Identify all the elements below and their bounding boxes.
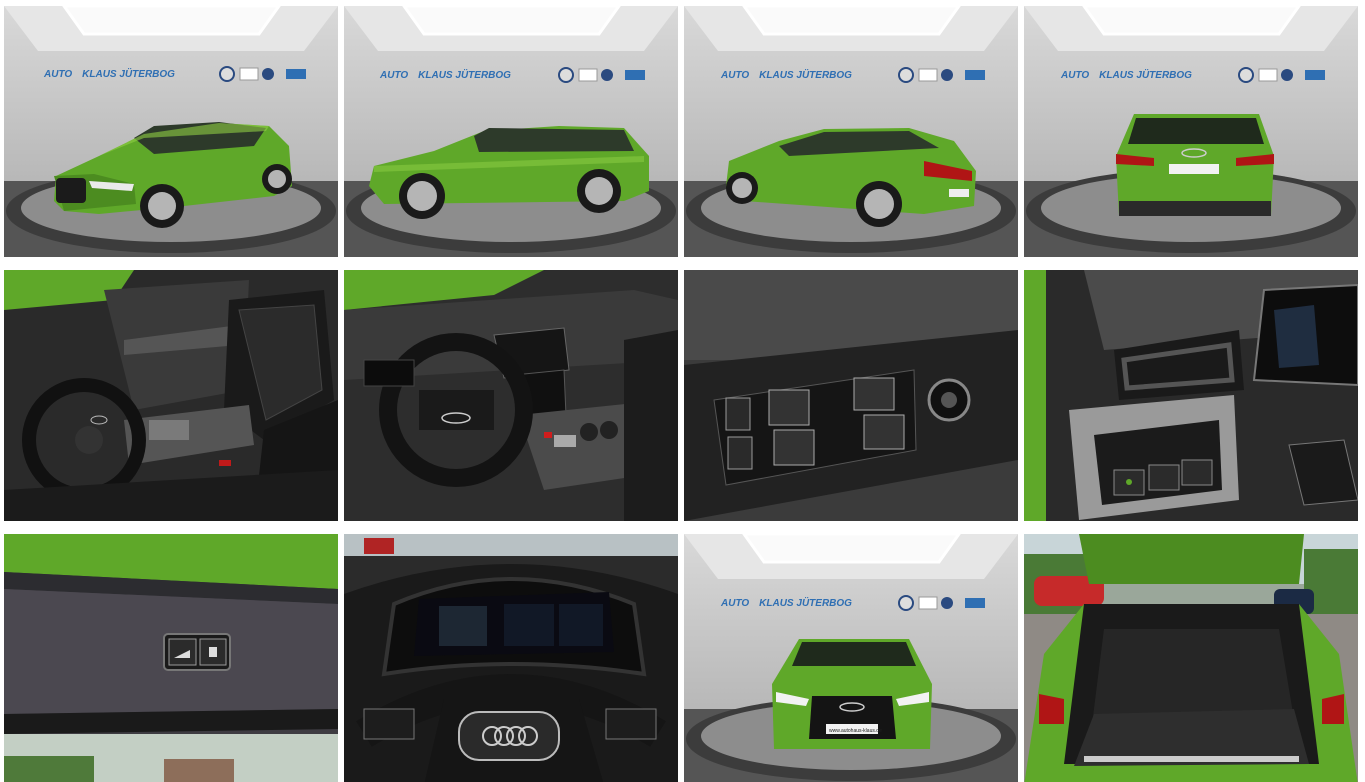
photo-door-window-controls[interactable] <box>684 270 1018 521</box>
car-rear-left-icon: AUTO KLAUS JÜTERBOG <box>684 6 1018 257</box>
car-rear-icon: AUTO KLAUS JÜTERBOG <box>1024 6 1358 257</box>
photo-side-profile[interactable]: AUTO KLAUS JÜTERBOG <box>344 6 678 257</box>
dealer-sign-text: AUTO KLAUS JÜTERBOG <box>43 67 175 80</box>
dealer-sign-text: AUTO KLAUS JÜTERBOG <box>720 68 852 81</box>
car-front-icon: AUTO KLAUS JÜTERBOG www.autohaus-klaus.de <box>684 534 1018 782</box>
car-seat-icon <box>4 270 338 521</box>
photo-front-view[interactable]: AUTO KLAUS JÜTERBOG www.autohaus-klaus.de <box>684 534 1018 782</box>
photo-driver-seat-interior[interactable] <box>4 270 338 521</box>
car-front-left-icon: AUTO KLAUS JÜTERBOG <box>4 6 338 257</box>
dealer-sign-text: AUTO KLAUS JÜTERBOG <box>1060 68 1192 81</box>
window-switch-icon <box>684 270 1018 521</box>
dealer-sign-text: AUTO KLAUS JÜTERBOG <box>720 596 852 609</box>
photo-rear-three-quarter[interactable]: AUTO KLAUS JÜTERBOG <box>684 6 1018 257</box>
photo-center-console-lights[interactable] <box>1024 270 1358 521</box>
instrument-cluster-icon <box>344 534 678 782</box>
trunk-icon <box>1024 534 1358 782</box>
photo-tailgate-buttons[interactable] <box>4 534 338 782</box>
svg-text:www.autohaus-klaus.de: www.autohaus-klaus.de <box>829 728 882 734</box>
car-side-icon: AUTO KLAUS JÜTERBOG <box>344 6 678 257</box>
photo-virtual-cockpit[interactable] <box>344 534 678 782</box>
steering-wheel-icon <box>344 270 678 521</box>
photo-open-trunk[interactable] <box>1024 534 1358 782</box>
photo-front-three-quarter[interactable]: AUTO KLAUS JÜTERBOG <box>4 6 338 257</box>
photo-rear-view[interactable]: AUTO KLAUS JÜTERBOG <box>1024 6 1358 257</box>
tailgate-button-icon <box>4 534 338 782</box>
light-switch-icon <box>1024 270 1358 521</box>
photo-dashboard-steering[interactable] <box>344 270 678 521</box>
photo-gallery: AUTOKLAUS JÜTERBOG AUTOKLAUS JÜTERBOG <box>0 0 1365 782</box>
dealer-sign-text: AUTO KLAUS JÜTERBOG <box>379 68 511 81</box>
